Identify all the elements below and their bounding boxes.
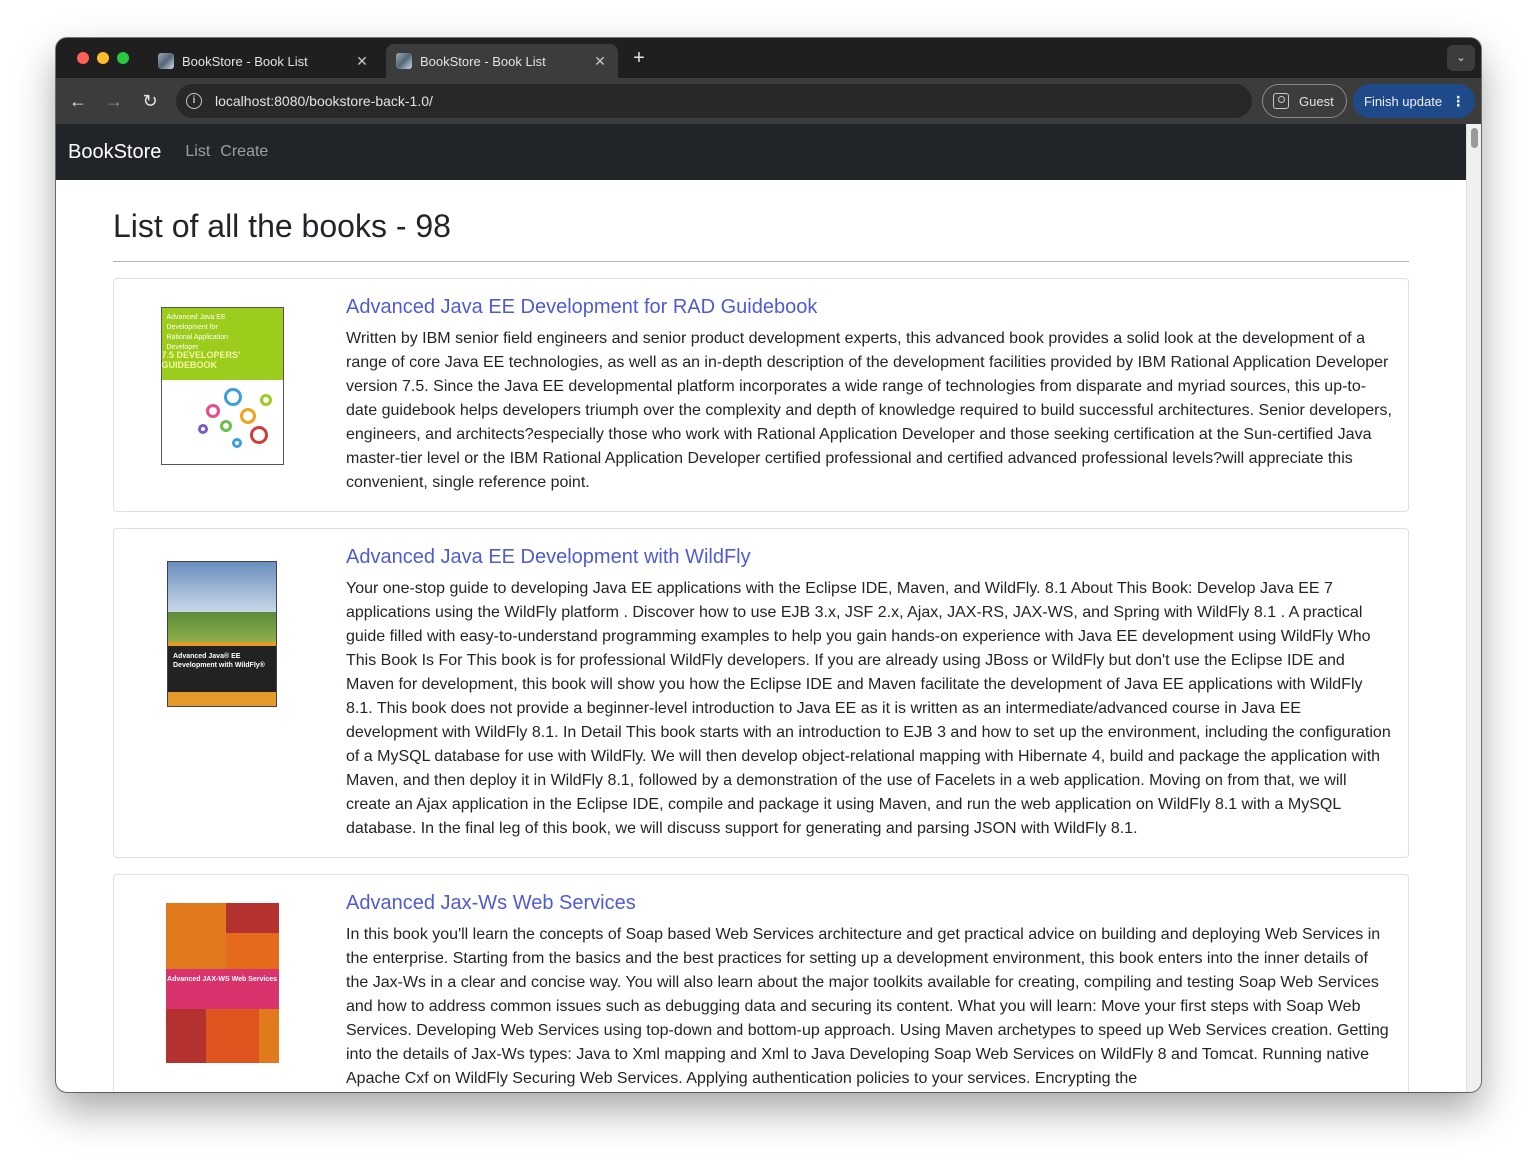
guest-label: Guest [1299, 93, 1334, 109]
page-title: List of all the books - 98 [113, 208, 451, 244]
book-cover-image[interactable]: Advanced Java® EE Development with WildF… [167, 561, 277, 707]
tab-strip: BookStore - Book List ✕ BookStore - Book… [56, 38, 1481, 78]
page-viewport: BookStore List Create List of all the bo… [56, 124, 1481, 1092]
book-title-link[interactable]: Advanced Java EE Development with WildFl… [346, 545, 1392, 569]
forward-arrow-icon[interactable]: → [102, 89, 126, 113]
book-cover-image[interactable]: Advanced JAX-WS Web Services [165, 903, 279, 1063]
cover-text: Advanced JAX-WS Web Services [167, 976, 277, 983]
book-card: Advanced Java EE Development for Rationa… [113, 278, 1409, 512]
navbar-brand[interactable]: BookStore [68, 141, 161, 164]
url-text[interactable]: localhost:8080/bookstore-back-1.0/ [215, 93, 433, 109]
finish-update-button[interactable]: Finish update ⋮ [1353, 84, 1475, 118]
divider [113, 261, 1409, 262]
vertical-scrollbar[interactable] [1466, 124, 1481, 1092]
cover-version: 7.5 DEVELOPERS' GUIDEBOOK [161, 350, 241, 370]
book-cover-image[interactable]: Advanced Java EE Development for Rationa… [160, 307, 284, 465]
favicon-icon [396, 53, 412, 69]
finish-update-label: Finish update [1364, 93, 1443, 109]
browser-tab-active[interactable]: BookStore - Book List ✕ [386, 44, 618, 78]
scrollbar-thumb[interactable] [1471, 128, 1478, 148]
browser-tab[interactable]: BookStore - Book List ✕ [148, 44, 380, 78]
book-description: Your one-stop guide to developing Java E… [346, 580, 1391, 837]
main-content: List of all the books - 98 Advanced Java… [113, 180, 1409, 1092]
maximize-window-button[interactable] [117, 52, 129, 64]
tab-search-chevron-down-icon[interactable]: ⌄ [1447, 45, 1475, 71]
close-tab-icon[interactable]: ✕ [354, 53, 370, 69]
profile-icon [1273, 93, 1289, 109]
book-title-link[interactable]: Advanced Java EE Development for RAD Gui… [346, 295, 1392, 319]
reload-icon[interactable]: ↻ [138, 89, 162, 113]
guest-profile-button[interactable]: Guest [1262, 84, 1347, 118]
minimize-window-button[interactable] [97, 52, 109, 64]
close-tab-icon[interactable]: ✕ [592, 53, 608, 69]
book-description: In this book you'll learn the concepts o… [346, 926, 1389, 1087]
book-title-link[interactable]: Advanced Jax-Ws Web Services [346, 891, 1392, 915]
site-navbar: BookStore List Create [56, 124, 1466, 180]
address-bar[interactable]: i localhost:8080/bookstore-back-1.0/ [176, 84, 1252, 118]
book-description: Written by IBM senior field engineers an… [346, 330, 1392, 491]
tab-title: BookStore - Book List [182, 53, 308, 69]
back-arrow-icon[interactable]: ← [66, 89, 90, 113]
site-info-icon[interactable]: i [186, 93, 202, 109]
book-card: Advanced Java® EE Development with WildF… [113, 528, 1409, 858]
close-window-button[interactable] [77, 52, 89, 64]
nav-link-list[interactable]: List [185, 143, 210, 161]
desktop: BookStore - Book List ✕ BookStore - Book… [0, 0, 1537, 1167]
new-tab-icon[interactable]: + [628, 47, 650, 69]
favicon-icon [158, 53, 174, 69]
nav-link-create[interactable]: Create [220, 143, 268, 161]
more-vert-icon: ⋮ [1451, 92, 1466, 109]
browser-window: BookStore - Book List ✕ BookStore - Book… [56, 38, 1481, 1092]
cover-text: Advanced Java EE Development for Rationa… [166, 314, 229, 351]
tab-title: BookStore - Book List [420, 53, 546, 69]
book-card: Advanced JAX-WS Web Services Advanced Ja… [113, 874, 1409, 1092]
cover-text: Advanced Java® EE Development with WildF… [173, 653, 265, 669]
browser-toolbar: ← → ↻ i localhost:8080/bookstore-back-1.… [56, 78, 1481, 124]
